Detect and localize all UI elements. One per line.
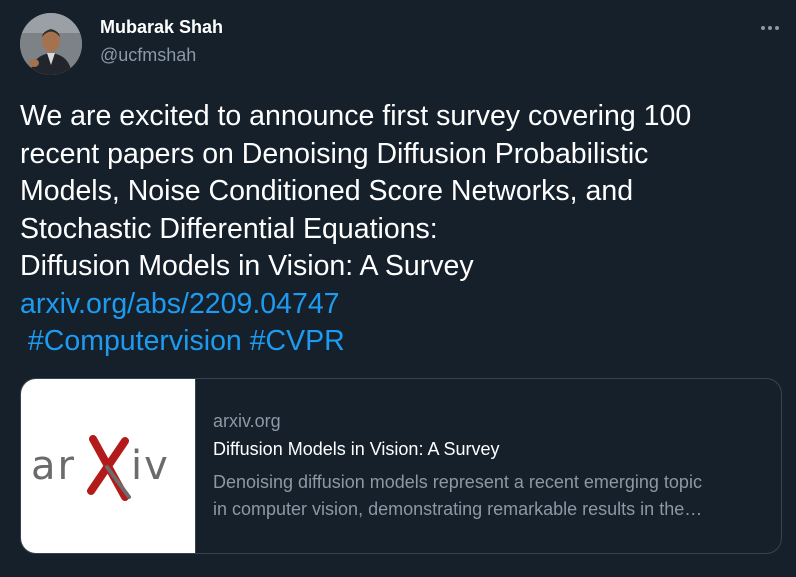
tweet-text-line: Models, Noise Conditioned Score Networks… — [20, 175, 634, 207]
tweet: Mubarak Shah @ucfmshah We are excited to… — [0, 0, 796, 577]
svg-text:iv: iv — [131, 443, 170, 489]
more-horizontal-icon[interactable] — [756, 16, 784, 40]
card-domain: arxiv.org — [213, 411, 281, 431]
card-description: Denoising diffusion models represent a r… — [213, 469, 769, 523]
card-description-line: Denoising diffusion models represent a r… — [213, 472, 702, 492]
card-description-line: in computer vision, demonstrating remark… — [213, 499, 703, 519]
avatar[interactable] — [20, 13, 82, 75]
avatar-photo — [20, 13, 82, 75]
tweet-text-line: Diffusion Models in Vision: A Survey — [20, 250, 474, 282]
tweet-text: We are excited to announce first survey … — [20, 98, 790, 361]
hashtag-cvpr[interactable]: #CVPR — [250, 325, 345, 357]
tweet-text-line: We are excited to announce first survey … — [20, 100, 692, 132]
tweet-text-line: recent papers on Denoising Diffusion Pro… — [20, 137, 649, 170]
arxiv-link[interactable]: arxiv.org/abs/2209.04747 — [20, 288, 340, 320]
more-dots-glyph — [761, 26, 779, 30]
arxiv-logo: ar iv — [31, 435, 170, 501]
card-text: arxiv.org Diffusion Models in Vision: A … — [196, 379, 781, 553]
hashtag-computervision[interactable]: #Computervision — [28, 325, 242, 357]
link-preview-card[interactable]: ar iv arxiv.org Diffusion Models in Visi… — [20, 378, 782, 554]
author-handle[interactable]: @ucfmshah — [100, 45, 196, 66]
tweet-text-line: Stochastic Differential Equations: — [20, 212, 438, 245]
author-name[interactable]: Mubarak Shah — [100, 17, 223, 38]
card-thumbnail: ar iv — [21, 379, 196, 553]
svg-text:ar: ar — [31, 443, 76, 489]
card-title: Diffusion Models in Vision: A Survey — [213, 439, 500, 459]
